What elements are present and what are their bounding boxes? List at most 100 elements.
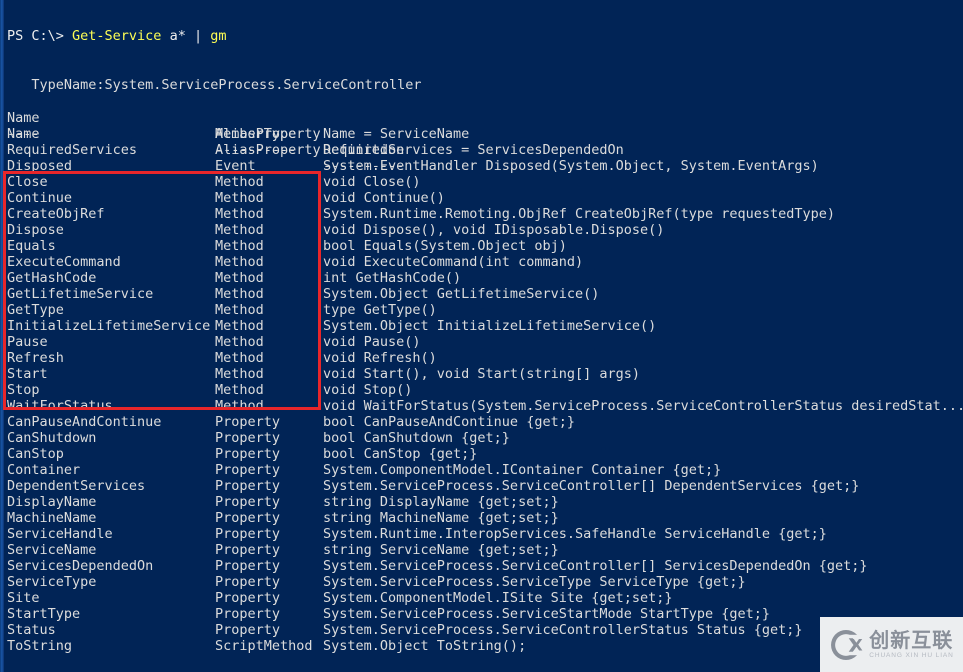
row-name: Stop <box>7 382 40 398</box>
svg-text:X: X <box>850 635 863 654</box>
table-separator-row: ---- ---------- ---------- <box>0 110 404 174</box>
row-membertype: Property <box>215 478 281 494</box>
typename-text: TypeName:System.ServiceProcess.ServiceCo… <box>7 77 422 93</box>
row-definition: string MachineName {get;set;} <box>323 510 559 526</box>
typename-line: TypeName:System.ServiceProcess.ServiceCo… <box>0 61 421 93</box>
row-name: RequiredServices <box>7 142 138 158</box>
row-name: Refresh <box>7 350 64 366</box>
row-membertype: ScriptMethod <box>215 638 313 654</box>
row-name: ToString <box>7 638 73 654</box>
row-name: Site <box>7 590 40 606</box>
row-name: DependentServices <box>7 478 146 494</box>
row-definition: System.Runtime.Remoting.ObjRef CreateObj… <box>323 206 836 222</box>
row-definition: void Stop() <box>323 382 413 398</box>
row-definition: void Close() <box>323 174 421 190</box>
row-name: ServiceType <box>7 574 97 590</box>
watermark-text: 创新互联 CHUANG XIN HU LIAN <box>869 630 953 660</box>
row-membertype: Property <box>215 606 281 622</box>
row-definition: System.ServiceProcess.ServiceStartMode S… <box>323 606 771 622</box>
row-definition: RequiredServices = ServicesDependedOn <box>323 142 624 158</box>
prompt-prefix: PS C:\> <box>7 28 73 44</box>
row-definition: void Continue() <box>323 190 445 206</box>
row-membertype: Property <box>215 542 281 558</box>
row-membertype: Method <box>215 174 264 190</box>
prompt-row-content: PS C:\> Get-Service a* | gm <box>7 28 226 44</box>
row-name: ServiceHandle <box>7 526 113 542</box>
row-membertype: Property <box>215 430 281 446</box>
row-membertype: Method <box>215 366 264 382</box>
row-name: Dispose <box>7 222 64 238</box>
row-definition: string ServiceName {get;set;} <box>323 542 559 558</box>
row-name: WaitForStatus <box>7 398 113 414</box>
row-definition: System.ComponentModel.IContainer Contain… <box>323 462 722 478</box>
row-definition: System.ServiceProcess.ServiceController[… <box>323 558 868 574</box>
row-definition: bool CanPauseAndContinue {get;} <box>323 414 575 430</box>
row-name: ExecuteCommand <box>7 254 121 270</box>
row-membertype: Method <box>215 350 264 366</box>
row-definition: int GetHashCode() <box>323 270 462 286</box>
row-membertype: Method <box>215 286 264 302</box>
row-definition: System.Object InitializeLifetimeService(… <box>323 318 657 334</box>
row-definition: type GetType() <box>323 302 437 318</box>
row-name: CanPauseAndContinue <box>7 414 162 430</box>
watermark-pinyin: CHUANG XIN HU LIAN <box>869 651 954 659</box>
command-name: Get-Service <box>72 28 162 44</box>
row-definition: void WaitForStatus(System.ServiceProcess… <box>323 398 963 414</box>
console-text-buffer[interactable]: PS C:\> Get-Service a* | gm TypeName:Sys… <box>0 0 963 672</box>
table-header-row: Name MemberType Definition <box>0 94 404 158</box>
row-definition: void Start(), void Start(string[] args) <box>323 366 640 382</box>
row-membertype: Method <box>215 270 264 286</box>
row-membertype: AliasProperty <box>215 142 321 158</box>
row-membertype: Property <box>215 446 281 462</box>
cx-logo-icon: X <box>831 629 864 660</box>
row-membertype: Event <box>215 158 256 174</box>
row-membertype: Property <box>215 462 281 478</box>
piped-cmdlet: gm <box>210 28 227 44</box>
row-membertype: Method <box>215 206 264 222</box>
row-definition: System.Object GetLifetimeService() <box>323 286 600 302</box>
row-definition: System.ServiceProcess.ServiceController[… <box>323 478 860 494</box>
row-name: Name <box>7 126 40 142</box>
row-name: GetHashCode <box>7 270 97 286</box>
row-definition: System.ServiceProcess.ServiceControllerS… <box>323 622 803 638</box>
row-name: CreateObjRef <box>7 206 105 222</box>
row-membertype: Property <box>215 574 281 590</box>
row-name: GetLifetimeService <box>7 286 154 302</box>
row-definition: System.ServiceProcess.ServiceType Servic… <box>323 574 746 590</box>
watermark: X 创新互联 CHUANG XIN HU LIAN <box>820 617 963 672</box>
row-name: CanStop <box>7 446 64 462</box>
row-definition: void Dispose(), void IDisposable.Dispose… <box>323 222 665 238</box>
row-name: GetType <box>7 302 64 318</box>
row-name: Start <box>7 366 48 382</box>
row-membertype: Property <box>215 526 281 542</box>
row-definition: void Refresh() <box>323 350 437 366</box>
row-membertype: AliasProperty <box>215 126 321 142</box>
watermark-chinese: 创新互联 <box>869 627 954 652</box>
row-membertype: Method <box>215 382 264 398</box>
row-definition: bool Equals(System.Object obj) <box>323 238 567 254</box>
row-name: Continue <box>7 190 73 206</box>
row-name: Container <box>7 462 81 478</box>
row-definition: Name = ServiceName <box>323 126 470 142</box>
command-argument: a* <box>161 28 194 44</box>
row-name: ServicesDependedOn <box>7 558 154 574</box>
row-name: DisplayName <box>7 494 97 510</box>
row-name: InitializeLifetimeService <box>7 318 211 334</box>
powershell-console-window[interactable]: PS C:\> Get-Service a* | gm TypeName:Sys… <box>0 0 963 672</box>
pipe-operator: | <box>193 28 211 44</box>
row-membertype: Method <box>215 254 264 270</box>
row-membertype: Property <box>215 510 281 526</box>
row-name: ServiceName <box>7 542 97 558</box>
row-membertype: Method <box>215 190 264 206</box>
row-name: StartType <box>7 606 81 622</box>
row-name: Status <box>7 622 56 638</box>
row-definition: System.ComponentModel.ISite Site {get;se… <box>323 590 673 606</box>
row-membertype: Property <box>215 558 281 574</box>
row-definition: System.Object ToString(); <box>323 638 527 654</box>
row-membertype: Property <box>215 494 281 510</box>
row-definition: void ExecuteCommand(int command) <box>323 254 584 270</box>
row-name: CanShutdown <box>7 430 97 446</box>
row-membertype: Method <box>215 222 264 238</box>
row-membertype: Method <box>215 318 264 334</box>
row-membertype: Property <box>215 590 281 606</box>
